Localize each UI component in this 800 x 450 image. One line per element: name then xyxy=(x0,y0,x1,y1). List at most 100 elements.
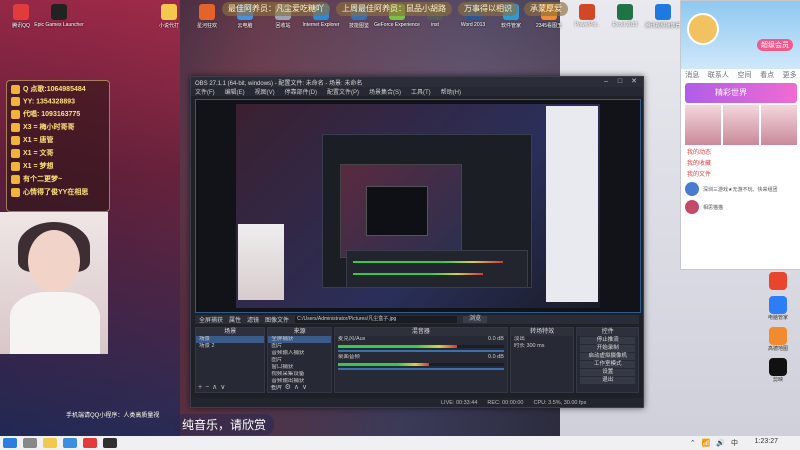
gift-icon xyxy=(11,148,20,158)
menu-item[interactable]: 工具(T) xyxy=(411,87,431,96)
scene-item[interactable]: 场景 2 xyxy=(196,343,264,350)
right-app[interactable]: 高德地图 xyxy=(768,327,788,352)
menu-item[interactable]: 视图(V) xyxy=(255,87,275,96)
desktop-icon[interactable]: PowerPoi.. xyxy=(568,2,606,38)
webcam-feed xyxy=(0,212,108,354)
qq-chat-item[interactable]: 深圳三游戏★无游不玩、快来组团 xyxy=(685,182,797,196)
desktop-icon-label: 星河狂欢 xyxy=(196,23,217,29)
maximize-icon[interactable]: □ xyxy=(613,77,627,87)
qq-menu-item[interactable]: 我的收藏 xyxy=(687,158,795,167)
desktop-icon[interactable]: 星河狂欢 xyxy=(188,2,226,38)
menu-item[interactable]: 场景集合(S) xyxy=(369,87,401,96)
filters-button[interactable]: 滤镜 xyxy=(247,315,259,324)
gift-icon xyxy=(11,84,20,94)
close-icon[interactable]: ✕ xyxy=(627,77,641,87)
qq-tab[interactable]: 消息 xyxy=(685,70,699,80)
gift-rank-text: 心情得了俊YY在相思 xyxy=(23,189,89,196)
gift-rank-text: YY: 1354328893 xyxy=(23,98,76,106)
source-name: 全屏捕获 xyxy=(199,318,224,324)
system-tray[interactable]: ⌃ 📶 🔊 中 xyxy=(690,438,740,448)
source-item[interactable]: 视频采集设备 xyxy=(268,371,331,378)
scenes-controls[interactable]: +−∧∨ xyxy=(198,383,228,391)
control-button[interactable]: 退出 xyxy=(580,377,635,384)
scene-item[interactable]: 场景 xyxy=(196,336,265,343)
browse-button[interactable]: 浏览 xyxy=(463,316,488,323)
control-button[interactable]: 工作室模式 xyxy=(580,361,635,368)
control-button[interactable]: 停止推流 xyxy=(580,337,635,344)
gift-icon xyxy=(11,122,20,132)
qq-photo-strip[interactable] xyxy=(685,105,797,145)
app-icon xyxy=(579,4,595,20)
gift-rank-line: 心情得了俊YY在相思 xyxy=(11,187,105,197)
desktop-icon[interactable]: Excel 2013 xyxy=(606,2,644,38)
qq-menu-item[interactable]: 我的文件 xyxy=(687,169,795,178)
menu-item[interactable]: 停靠部件(D) xyxy=(285,87,317,96)
chat-name: 相思猫猫 xyxy=(703,204,724,211)
explorer-icon[interactable] xyxy=(43,438,57,448)
right-app[interactable]: 电脑管家 xyxy=(768,296,788,321)
nested-meter-2 xyxy=(353,273,483,275)
qq-taskbar-icon[interactable] xyxy=(83,438,97,448)
source-item[interactable]: 图片 xyxy=(268,357,331,364)
avatar[interactable] xyxy=(687,13,719,45)
qq-tab[interactable]: 联系人 xyxy=(708,70,729,80)
source-item[interactable]: 音频输入捕获 xyxy=(268,350,331,357)
obs-preview[interactable]: 纯音乐，请欣赏 xyxy=(195,99,641,325)
search-icon[interactable] xyxy=(23,438,37,448)
app-icon xyxy=(617,4,633,20)
volume-meter xyxy=(337,345,504,348)
gift-rank-line: 代唱: 1093163775 xyxy=(11,109,105,119)
desktop-icon[interactable]: Epic Games Launcher xyxy=(34,2,84,38)
image-path-field[interactable]: C:/Users/Administrator/Pictures/凡尘盒子.jpg xyxy=(295,316,458,323)
right-app[interactable] xyxy=(769,272,787,290)
source-item[interactable]: 窗口捕获 xyxy=(268,364,331,371)
control-button[interactable]: 设置 xyxy=(580,369,635,376)
status-item: REC: 00:00:00 xyxy=(487,399,524,406)
qq-tab[interactable]: 空间 xyxy=(737,70,751,80)
sources-controls[interactable]: +−⚙∧∨ xyxy=(270,383,310,391)
control-button[interactable]: 开始录制 xyxy=(580,345,635,352)
vip-badge[interactable]: 超级会员 xyxy=(757,39,793,51)
app-icon xyxy=(768,327,787,345)
chat-avatar xyxy=(685,200,699,214)
source-item[interactable]: 图片 xyxy=(268,343,331,350)
desktop-icon[interactable]: 腾讯视频播放器 xyxy=(644,2,682,38)
desktop-icon[interactable]: 小说代打 xyxy=(150,2,188,38)
qq-menu-item[interactable]: 我的动态 xyxy=(687,147,795,156)
desktop-icon-label: 云电脑 xyxy=(237,23,253,29)
duration-value: 300 ms xyxy=(526,343,545,349)
qq-banner[interactable]: 精彩世界 xyxy=(685,83,797,103)
menu-item[interactable]: 配置文件(P) xyxy=(327,87,359,96)
volume-slider[interactable] xyxy=(337,368,504,370)
start-icon[interactable] xyxy=(3,438,17,448)
qq-panel[interactable]: 超级会员 消息 联系人 空间 看点 更多 精彩世界 我的动态我的收藏我的文件 深圳三游戏… xyxy=(680,0,800,270)
menu-item[interactable]: 帮助(H) xyxy=(441,87,461,96)
obs-window[interactable]: OBS 27.1.1 (64-bit, windows) - 配置文件: 未命名… xyxy=(190,76,644,408)
mixer-channel-db: 0.0 dB xyxy=(487,336,504,342)
right-app[interactable]: 剪映 xyxy=(769,358,787,383)
desktop-icon[interactable]: 腾讯QQ xyxy=(2,2,40,38)
source-item[interactable]: 全屏捕获 xyxy=(268,336,331,343)
obs-taskbar-icon[interactable] xyxy=(103,438,117,448)
right-app-label: 电脑管家 xyxy=(767,315,788,321)
clock[interactable]: 1:23:27 xyxy=(755,438,778,445)
qq-chat-item[interactable]: 相思猫猫 xyxy=(685,200,797,214)
app-icon xyxy=(161,4,177,20)
transition-type-select[interactable]: 淡出 xyxy=(511,336,574,343)
menu-item[interactable]: 编辑(E) xyxy=(225,87,245,96)
control-button[interactable]: 启动虚拟摄像机 xyxy=(580,353,635,360)
right-app-icons: 电脑管家高德地图剪映 xyxy=(758,272,798,383)
menu-item[interactable]: 文件(F) xyxy=(195,87,215,96)
qq-tab[interactable]: 看点 xyxy=(760,70,774,80)
streamer-body xyxy=(10,292,100,354)
desktop-icon-label: Word 2013 xyxy=(460,22,486,28)
qq-tab[interactable]: 更多 xyxy=(783,70,797,80)
stream-subcaption: 手机端请QQ小程序：人类高质量视 xyxy=(66,413,160,419)
stream-banner: 最佳阿养员：凡尘爱吃糖吖 上周最佳阿养员：鼠品小胡路 万事得以相识 承蒙厚爱 xyxy=(222,2,568,16)
properties-button[interactable]: 属性 xyxy=(229,315,241,324)
volume-slider[interactable] xyxy=(337,350,504,352)
browser-icon[interactable] xyxy=(63,438,77,448)
transition-duration[interactable]: 时长 300 ms xyxy=(511,343,574,350)
obs-titlebar[interactable]: OBS 27.1.1 (64-bit, windows) - 配置文件: 未命名… xyxy=(191,77,643,87)
minimize-icon[interactable]: – xyxy=(599,77,613,87)
